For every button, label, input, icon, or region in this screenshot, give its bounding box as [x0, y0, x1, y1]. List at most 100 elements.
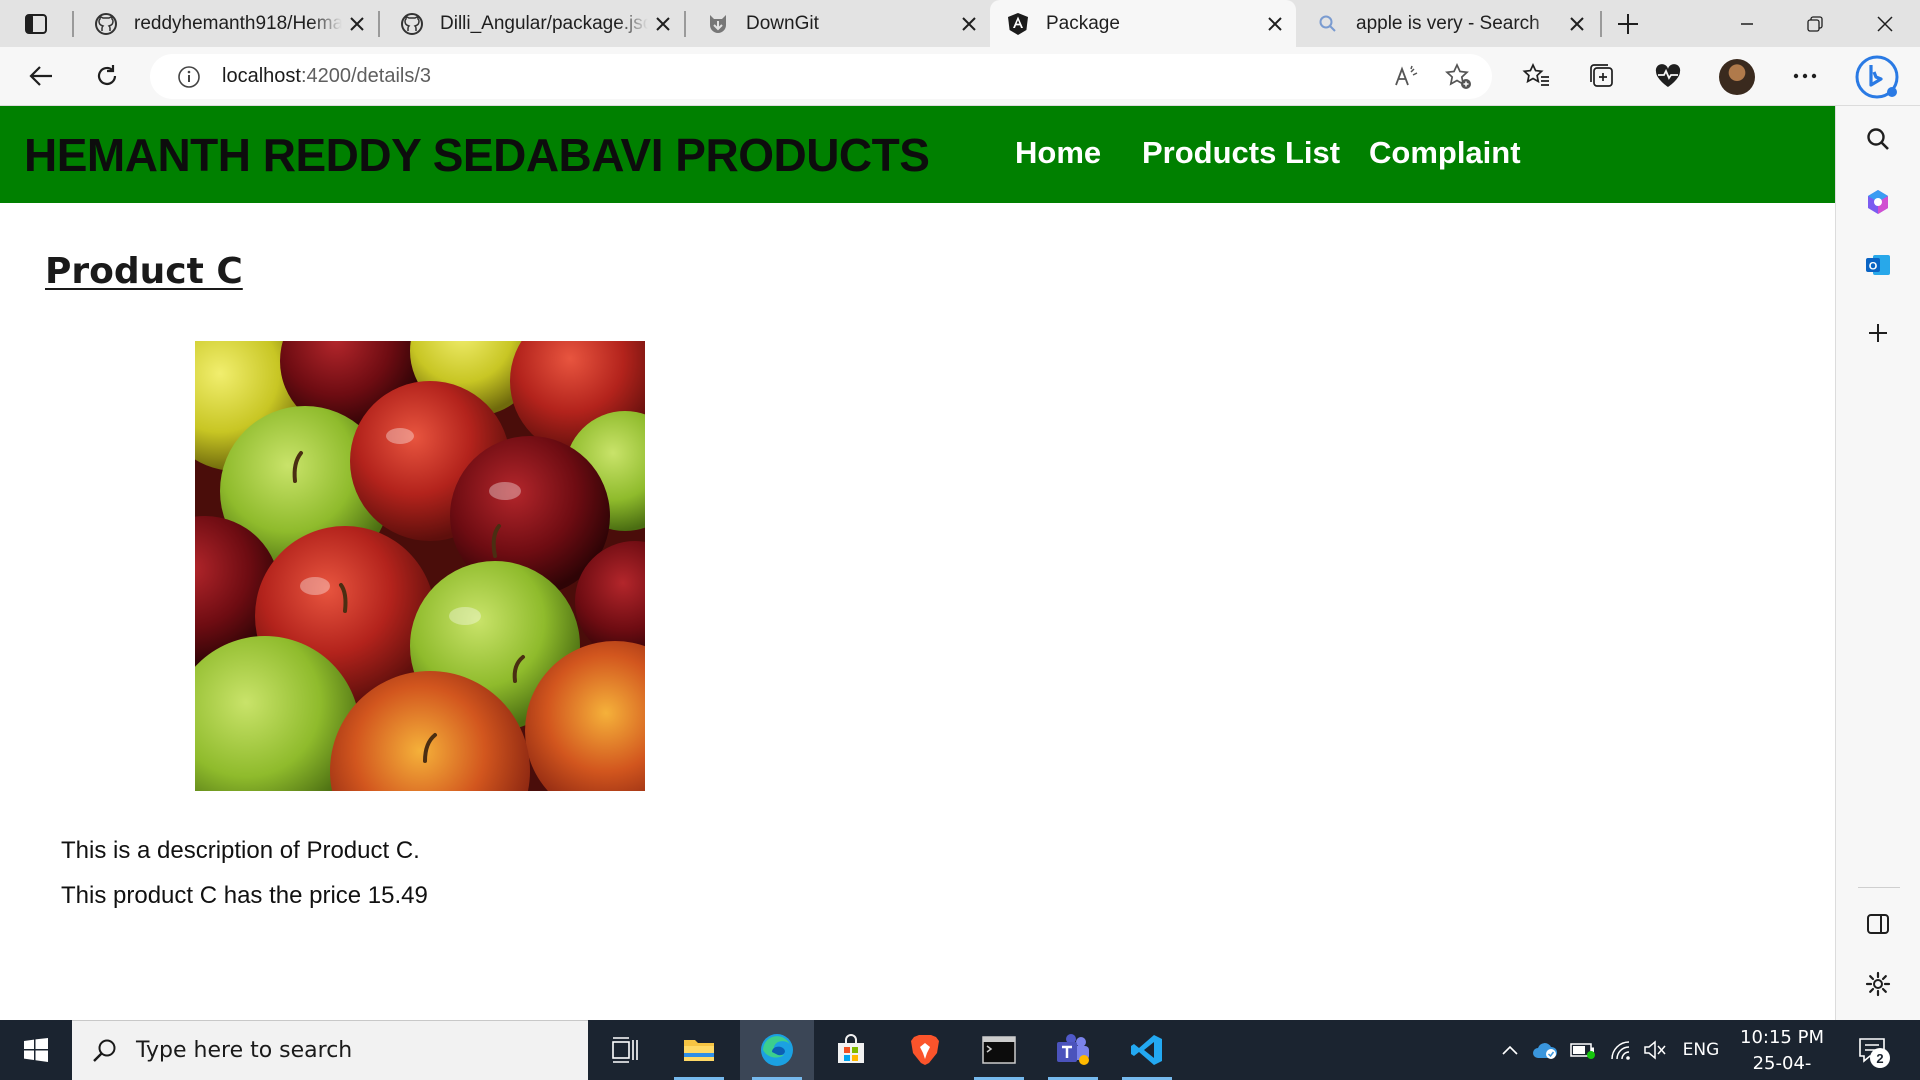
back-button[interactable] [20, 55, 62, 97]
terminal-icon [982, 1036, 1016, 1064]
brave-icon [911, 1035, 939, 1065]
outlook-icon: O [1866, 255, 1890, 275]
vscode-icon [1131, 1035, 1162, 1065]
notification-center-button[interactable]: 2 [1852, 1030, 1892, 1070]
close-tab-icon[interactable] [1260, 9, 1290, 39]
site-info-icon[interactable] [174, 62, 204, 92]
restore-button[interactable] [1782, 0, 1848, 47]
sidebar-divider [1858, 887, 1900, 888]
tab-github-hemanth[interactable]: reddyhemanth918/Hemanth [78, 0, 378, 47]
sidebar-search-button[interactable] [1856, 117, 1900, 161]
close-tab-icon[interactable] [954, 9, 984, 39]
taskbar-file-explorer[interactable] [662, 1020, 736, 1080]
battery-icon [1570, 1043, 1595, 1059]
store-icon [838, 1034, 864, 1063]
battery-tray-icon[interactable] [1568, 1020, 1598, 1080]
refresh-button[interactable] [86, 55, 128, 97]
back-arrow-icon [29, 66, 52, 86]
taskbar-search-placeholder: Type here to search [136, 1038, 353, 1063]
profile-avatar[interactable] [1719, 59, 1755, 95]
browser-essentials-button[interactable] [1647, 55, 1689, 97]
address-bar[interactable]: localhost:4200/details/3 [150, 54, 1492, 99]
clock-time: 10:15 PM [1740, 1027, 1824, 1048]
collections-button[interactable] [1581, 55, 1623, 97]
show-hidden-icons-button[interactable] [1496, 1020, 1524, 1080]
restore-icon [1807, 15, 1823, 32]
url-path: :4200/details/3 [300, 65, 432, 87]
wifi-icon [1611, 1041, 1630, 1060]
copilot-icon [1868, 190, 1888, 214]
favorites-button[interactable] [1515, 55, 1557, 97]
refresh-icon [97, 65, 117, 85]
tab-downgit[interactable]: DownGit [690, 0, 990, 47]
bing-chat-button[interactable] [1853, 53, 1901, 101]
tab-separator [1600, 11, 1602, 37]
url-text[interactable]: localhost:4200/details/3 [222, 65, 431, 88]
close-tab-icon[interactable] [648, 9, 678, 39]
wifi-tray-icon[interactable] [1606, 1020, 1636, 1080]
tab-title: reddyhemanth918/Hemanth [134, 12, 342, 34]
sidebar-outlook-button[interactable]: O [1856, 243, 1900, 287]
product-image [195, 341, 645, 791]
read-aloud-icon[interactable] [1390, 61, 1424, 93]
nav-complaint-link[interactable]: Complaint [1369, 135, 1521, 171]
gear-icon [1865, 971, 1891, 997]
taskbar-edge[interactable] [740, 1020, 814, 1080]
taskbar-search-box[interactable]: Type here to search [72, 1020, 588, 1080]
nav-home-link[interactable]: Home [1015, 135, 1101, 171]
speaker-muted-icon [1644, 1040, 1666, 1060]
page-viewport: HEMANTH REDDY SEDABAVI PRODUCTS Home Pro… [0, 106, 1835, 1020]
search-icon [1867, 128, 1889, 150]
tab-apple-search[interactable]: apple is very - Search [1300, 0, 1598, 47]
tab-title: DownGit [746, 12, 819, 34]
add-favorite-icon[interactable] [1442, 61, 1476, 93]
cloud-icon [1533, 1043, 1558, 1059]
tab-separator [378, 11, 380, 37]
taskbar-clock[interactable]: 10:15 PM 25-04-2023 [1730, 1025, 1834, 1080]
taskbar-command-prompt[interactable] [962, 1020, 1036, 1080]
close-icon [1877, 15, 1893, 32]
angular-icon [1006, 12, 1030, 36]
sidebar-add-button[interactable] [1856, 311, 1900, 355]
minimize-button[interactable] [1714, 0, 1780, 47]
github-icon [94, 12, 118, 36]
taskbar-brave[interactable] [888, 1020, 962, 1080]
language-indicator[interactable]: ENG [1676, 1020, 1726, 1080]
edge-icon [761, 1034, 793, 1066]
minimize-icon [1741, 22, 1753, 25]
task-view-icon [612, 1037, 638, 1063]
favorites-icon [1522, 63, 1549, 86]
tab-separator [684, 11, 686, 37]
downgit-icon [706, 12, 730, 36]
tab-actions-button[interactable] [14, 9, 58, 39]
chevron-up-icon [1502, 1045, 1518, 1055]
close-tab-icon[interactable] [1562, 9, 1592, 39]
svg-text:O: O [1869, 261, 1878, 273]
sidebar-settings-button[interactable] [1856, 962, 1900, 1006]
volume-tray-icon[interactable] [1640, 1020, 1670, 1080]
taskbar-vscode[interactable] [1110, 1020, 1184, 1080]
tab-dilli-angular[interactable]: Dilli_Angular/package.json [384, 0, 684, 47]
start-button[interactable] [0, 1020, 72, 1080]
close-tab-icon[interactable] [342, 9, 372, 39]
hide-sidebar-button[interactable] [1856, 902, 1900, 946]
teams-icon [1057, 1034, 1089, 1065]
taskbar-teams[interactable] [1036, 1020, 1110, 1080]
bing-icon [1855, 55, 1899, 99]
url-host: localhost [222, 65, 301, 87]
new-tab-button[interactable] [1608, 9, 1648, 39]
tab-package[interactable]: Package [990, 0, 1296, 47]
close-window-button[interactable] [1852, 0, 1918, 47]
tab-title: Package [1046, 12, 1120, 34]
settings-more-button[interactable] [1784, 55, 1826, 97]
site-brand[interactable]: HEMANTH REDDY SEDABAVI PRODUCTS [24, 128, 930, 182]
notification-count-badge: 2 [1870, 1048, 1890, 1068]
sidebar-discover-button[interactable] [1856, 180, 1900, 224]
taskbar-microsoft-store[interactable] [814, 1020, 888, 1080]
nav-products-list-link[interactable]: Products List [1142, 135, 1340, 171]
onedrive-tray-icon[interactable] [1530, 1020, 1560, 1080]
tab-separator [72, 11, 74, 37]
tab-bar: reddyhemanth918/Hemanth Dilli_Angular/pa… [0, 0, 1920, 47]
task-view-button[interactable] [588, 1020, 662, 1080]
windows-taskbar: Type here to search ENG 10:15 PM 25-04- … [0, 1020, 1920, 1080]
